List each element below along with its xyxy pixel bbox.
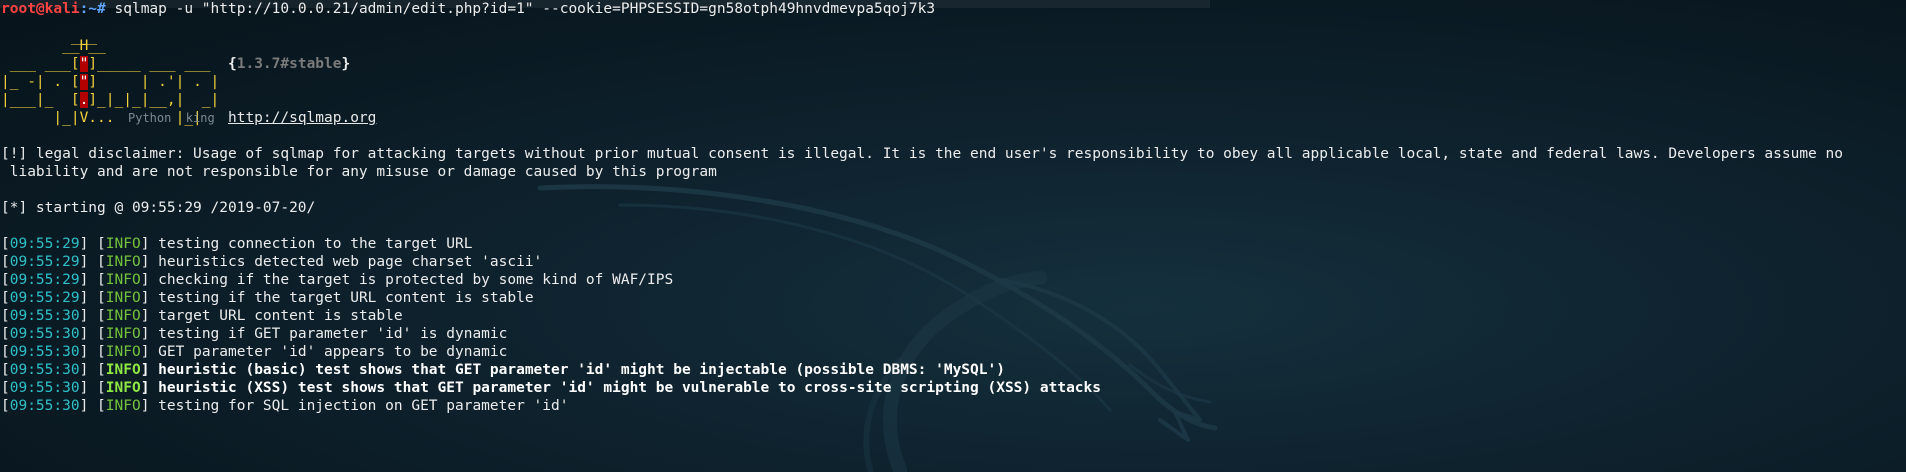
prompt-path: :~# [79,1,106,17]
banner-line-2: __H__ [1,38,106,54]
log-timestamp: 09:55:30 [9,344,80,360]
log-timestamp: 09:55:30 [9,380,80,396]
log-message: heuristic (XSS) test shows that GET para… [158,380,1101,396]
log-level: INFO [105,254,141,270]
overlay-ghost-text: Python king [128,111,215,125]
command-line: root@kali:~# sqlmap -u "http://10.0.0.21… [1,0,935,18]
log-timestamp: 09:55:29 [9,236,80,252]
log-message: testing connection to the target URL [158,236,473,252]
terminal-output: root@kali:~# sqlmap -u "http://10.0.0.21… [0,0,1906,472]
log-timestamp: 09:55:30 [9,362,80,378]
log-level: INFO [105,344,141,360]
log-level: INFO [105,236,141,252]
command-text: sqlmap -u "http://10.0.0.21/admin/edit.p… [105,1,936,17]
log-line: [09:55:30] [INFO] heuristic (XSS) test s… [1,380,1101,396]
log-message: heuristics detected web page charset 'as… [158,254,543,270]
log-message: target URL content is stable [158,308,403,324]
log-timestamp: 09:55:30 [9,308,80,324]
log-level: INFO [105,362,141,378]
log-line: [09:55:29] [INFO] testing connection to … [1,236,473,252]
log-line: [09:55:29] [INFO] testing if the target … [1,290,534,306]
log-line: [09:55:30] [INFO] target URL content is … [1,308,403,324]
banner-line-4: |_ -| . ["] | .'| . | [1,74,220,90]
log-level: INFO [105,272,141,288]
log-level: INFO [105,380,141,396]
banner-line-5: |___|_ [.]_|_|_|__,| _| [1,92,220,108]
sqlmap-version: {1.3.7#stable} [228,56,351,72]
log-level: INFO [105,326,141,342]
log-message: testing for SQL injection on GET paramet… [158,398,569,414]
log-line: [09:55:29] [INFO] checking if the target… [1,272,674,288]
log-line: [09:55:30] [INFO] GET parameter 'id' app… [1,344,508,360]
log-line: [09:55:30] [INFO] testing if GET paramet… [1,326,508,342]
log-message: checking if the target is protected by s… [158,272,674,288]
log-line: [09:55:30] [INFO] heuristic (basic) test… [1,362,1005,378]
log-message: testing if GET parameter 'id' is dynamic [158,326,508,342]
prompt-user-host: root@kali [1,1,80,17]
log-line: [09:55:29] [INFO] heuristics detected we… [1,254,543,270]
disclaimer-line-2: liability and are not responsible for an… [1,164,717,180]
log-level: INFO [105,398,141,414]
log-level: INFO [105,290,141,306]
log-message: GET parameter 'id' appears to be dynamic [158,344,508,360]
log-timestamp: 09:55:29 [9,254,80,270]
log-timestamp: 09:55:29 [9,272,80,288]
log-timestamp: 09:55:30 [9,398,80,414]
log-message: heuristic (basic) test shows that GET pa… [158,362,1005,378]
starting-line: [*] starting @ 09:55:29 /2019-07-20/ [1,200,316,216]
disclaimer-line-1: [!] legal disclaimer: Usage of sqlmap fo… [1,146,1843,162]
log-timestamp: 09:55:30 [9,326,80,342]
log-timestamp: 09:55:29 [9,290,80,306]
banner-line-3: ___ ___["]_____ ___ ___ {1.3.7#stable} [1,56,351,72]
log-message: testing if the target URL content is sta… [158,290,534,306]
log-line: [09:55:30] [INFO] testing for SQL inject… [1,398,569,414]
log-level: INFO [105,308,141,324]
sqlmap-url-link[interactable]: http://sqlmap.org [228,110,376,126]
